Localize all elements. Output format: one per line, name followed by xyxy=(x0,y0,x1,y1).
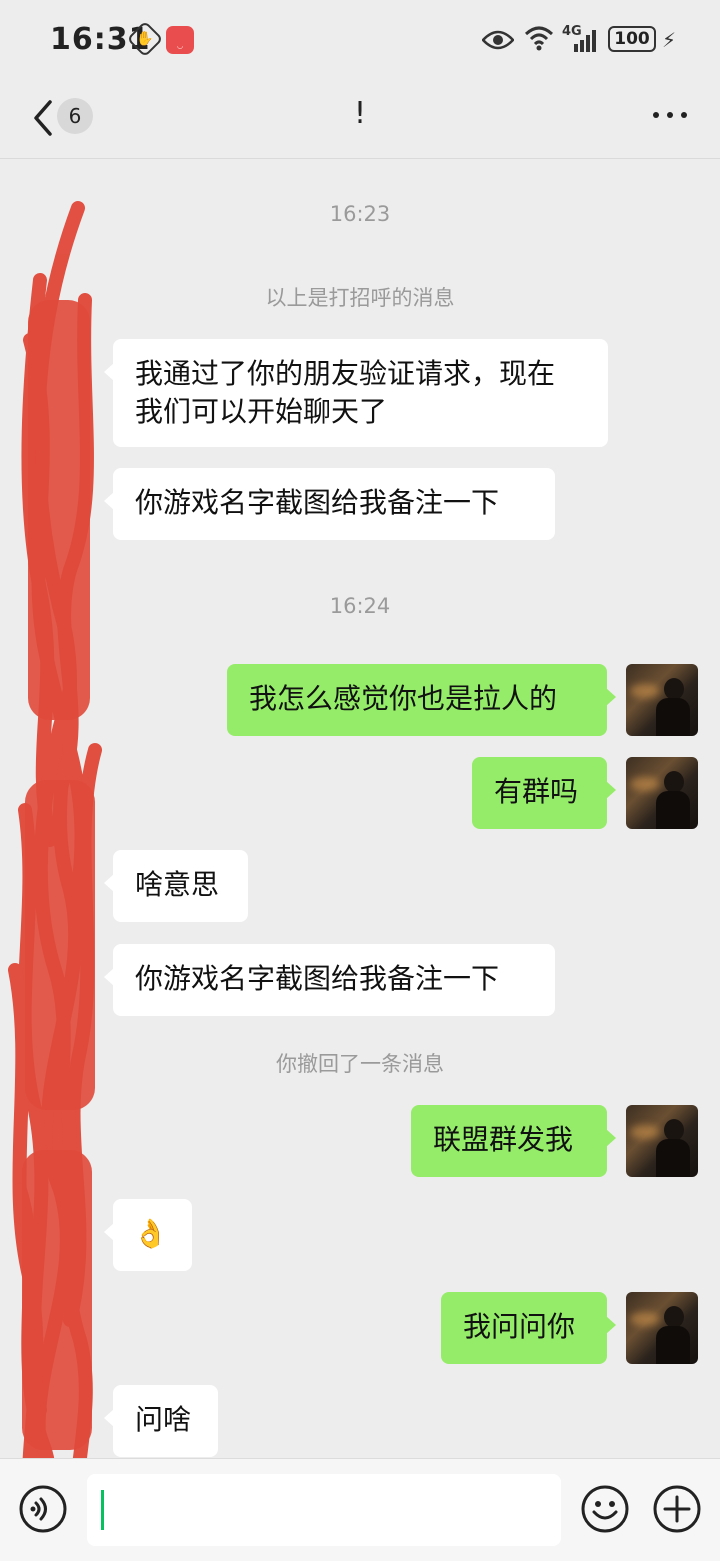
emoji-icon[interactable] xyxy=(580,1484,630,1534)
message-bubble-in[interactable]: 你游戏名字截图给我备注一下 xyxy=(104,468,555,540)
battery-icon: 100 xyxy=(608,26,656,52)
message-bubble-in[interactable]: 啥意思 xyxy=(104,850,248,922)
status-bar: 16:31 ✋ ◡ 4G 100 ⚡ xyxy=(0,0,720,80)
my-avatar[interactable] xyxy=(626,1105,698,1177)
message-line: 我们可以开始聊天了 xyxy=(135,395,388,428)
my-avatar[interactable] xyxy=(626,664,698,736)
my-avatar[interactable] xyxy=(626,757,698,829)
message-bubble-out[interactable]: 我问问你 xyxy=(441,1292,616,1364)
wifi-icon xyxy=(524,26,554,51)
message-line: 我通过了你的朋友验证请求，现在 xyxy=(135,357,556,390)
message-input[interactable] xyxy=(87,1474,561,1546)
signal-icon xyxy=(574,30,596,52)
battery-level: 100 xyxy=(614,29,650,49)
redaction-scribble xyxy=(8,201,102,1560)
message-bubble-out[interactable]: 有群吗 xyxy=(472,757,616,829)
message-bubble-in[interactable]: 我通过了你的朋友验证请求，现在 我们可以开始聊天了 xyxy=(104,339,608,447)
eye-icon xyxy=(482,30,514,50)
more-icon[interactable] xyxy=(650,112,690,122)
plus-icon[interactable] xyxy=(652,1484,702,1534)
charging-bolt-icon: ⚡ xyxy=(662,28,677,52)
text-cursor xyxy=(101,1490,104,1530)
message-bubble-in[interactable]: 你游戏名字截图给我备注一下 xyxy=(104,944,555,1016)
unread-count-badge[interactable]: 6 xyxy=(57,98,93,134)
back-icon[interactable] xyxy=(28,98,58,138)
message-bubble-out[interactable]: 我怎么感觉你也是拉人的 xyxy=(227,664,616,736)
chat-title: ! xyxy=(353,96,367,131)
voice-icon[interactable] xyxy=(18,1484,68,1534)
message-bubble-out[interactable]: 联盟群发我 xyxy=(411,1105,616,1177)
my-avatar[interactable] xyxy=(626,1292,698,1364)
huawei-app-icon: ◡ xyxy=(166,26,194,54)
